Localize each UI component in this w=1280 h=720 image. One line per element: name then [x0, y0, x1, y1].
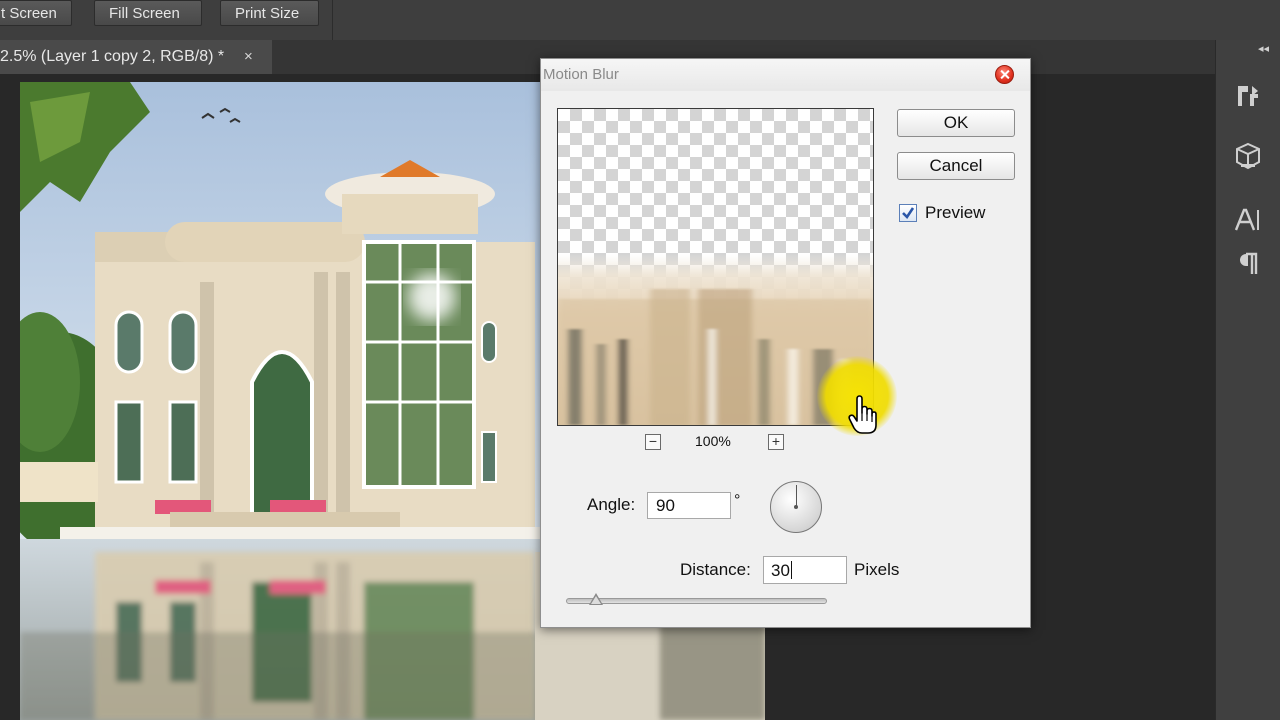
distance-unit-label: Pixels: [854, 560, 900, 579]
preview-label: Preview: [925, 203, 986, 222]
angle-dial-center: [794, 505, 798, 509]
document-tab-title: 2.5% (Layer 1 copy 2, RGB/8) *: [0, 48, 225, 65]
zoom-level: 100%: [695, 433, 731, 449]
fill-screen-button[interactable]: Fill Screen: [94, 0, 202, 26]
close-icon[interactable]: [995, 65, 1014, 84]
panel-dock: ◂◂: [1215, 40, 1280, 720]
distance-label: Distance:: [680, 560, 751, 579]
zoom-in-button[interactable]: +: [768, 434, 784, 450]
degree-symbol: °: [734, 492, 741, 509]
distance-value: 30: [771, 561, 790, 580]
angle-dial[interactable]: [770, 481, 822, 533]
distance-slider-track[interactable]: [566, 598, 827, 604]
angle-input[interactable]: 90: [647, 492, 731, 519]
distance-input[interactable]: 30: [763, 556, 847, 584]
paragraph-icon[interactable]: [1232, 248, 1264, 280]
checkmark-icon: [902, 207, 915, 220]
dialog-titlebar[interactable]: Motion Blur: [541, 59, 1030, 91]
close-icon[interactable]: ×: [244, 40, 253, 74]
options-bar: t Screen Fill Screen Print Size: [0, 0, 1280, 41]
3d-icon[interactable]: [1232, 140, 1264, 172]
history-icon[interactable]: [1232, 80, 1264, 112]
cancel-button[interactable]: Cancel: [897, 152, 1015, 180]
angle-dial-needle: [796, 485, 797, 507]
actual-screen-button[interactable]: t Screen: [0, 0, 72, 26]
collapse-panels-icon[interactable]: ◂◂: [1258, 42, 1269, 55]
character-icon[interactable]: [1232, 204, 1264, 236]
hand-cursor-icon: [848, 395, 877, 434]
zoom-out-button[interactable]: −: [645, 434, 661, 450]
print-size-button[interactable]: Print Size: [220, 0, 319, 26]
distance-slider-thumb[interactable]: [589, 593, 603, 605]
angle-label: Angle:: [587, 495, 636, 514]
text-caret: [790, 561, 792, 579]
dialog-title: Motion Blur: [543, 66, 619, 83]
toolbar-divider: [332, 0, 333, 40]
document-tab[interactable]: 2.5% (Layer 1 copy 2, RGB/8) * ×: [0, 40, 272, 74]
motion-blur-dialog: Motion Blur OK Cancel Preview − 100% + A…: [540, 58, 1031, 628]
ok-button[interactable]: OK: [897, 109, 1015, 137]
preview-checkbox[interactable]: [899, 204, 917, 222]
